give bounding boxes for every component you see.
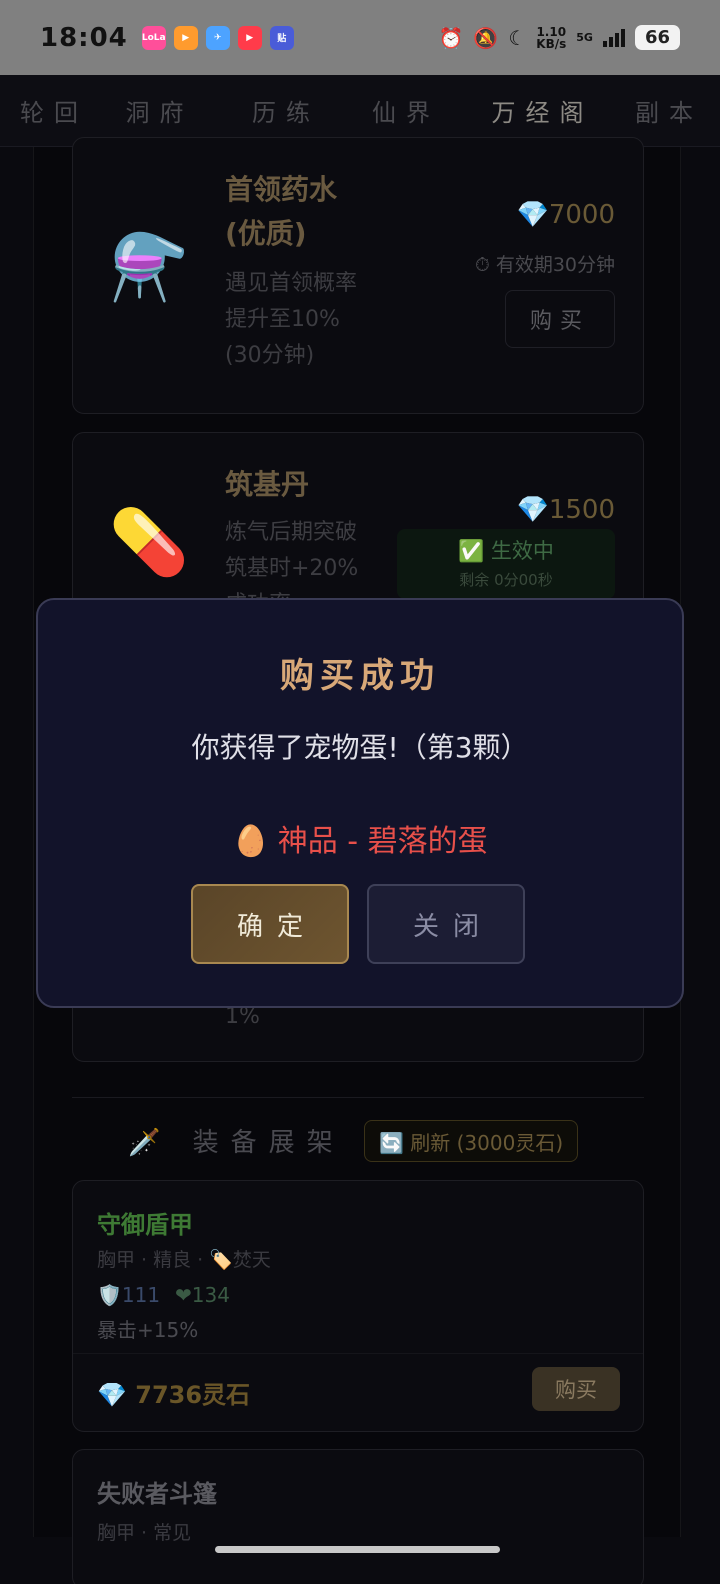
app-screen: 18:04 LoLa ▶ ✈ ▶ 贴 ⏰ 🔕 ☾ 1.10 KB/s 5G 66… <box>0 0 720 1584</box>
tab-dongfu[interactable]: 洞府 <box>88 75 231 147</box>
potion-desc-line3: (30分钟) <box>225 343 315 368</box>
confirm-button[interactable]: 确定 <box>191 884 349 964</box>
equipment-meta: 胸甲 · 常见 <box>97 1522 192 1544</box>
potion-desc: 遇见首领概率 提升至10% (30分钟) <box>225 266 357 374</box>
refresh-equipment-button[interactable]: 🔄 刷新 (3000灵石) <box>364 1120 579 1162</box>
potion-title: 筑基丹 <box>225 468 310 501</box>
close-button[interactable]: 关闭 <box>367 884 525 964</box>
equipment-name: 失败者斗篷 <box>97 1480 217 1508</box>
dialog-reward: 🥚 神品 - 碧落的蛋 <box>38 816 682 860</box>
tab-wanjingge[interactable]: 万经阁 <box>471 75 614 147</box>
effect-status-badge: ✅ 生效中 剩余 0分00秒 <box>397 529 615 599</box>
reward-text: 神品 - 碧落的蛋 <box>277 824 488 859</box>
tab-xianjie[interactable]: 仙界 <box>341 75 471 147</box>
tieba-app-icon: 贴 <box>269 25 294 50</box>
alarm-icon: ⏰ <box>438 25 464 50</box>
potion-price: 💎7000 <box>516 200 615 230</box>
tab-fuben[interactable]: 副本 <box>614 75 720 147</box>
mute-bell-icon: 🔕 <box>473 25 499 50</box>
equipment-section-title: 🗡️ 装备展架 <box>128 1128 345 1158</box>
video-app-icon: ▶ <box>173 25 198 50</box>
equipment-price: 💎 7736灵石 <box>97 1381 251 1409</box>
lola-app-icon: LoLa <box>141 25 166 50</box>
tab-lilian[interactable]: 历练 <box>231 75 341 147</box>
equipment-name: 守御盾甲 <box>97 1211 193 1239</box>
equipment-defense: 🛡️111 <box>97 1283 161 1307</box>
potion-card-boss: ⚗️ 首领药水 (优质) 遇见首领概率 提升至10% (30分钟) 💎7000 … <box>72 137 644 414</box>
egg-icon: 🥚 <box>232 824 270 859</box>
equipment-card: 守御盾甲 胸甲 · 精良 · 🏷️焚天 🛡️111 ❤134 暴击+15% 💎 … <box>72 1180 644 1432</box>
equipment-divider <box>73 1353 643 1354</box>
potion-title-line2: (优质) <box>225 217 307 250</box>
equipment-buy-button[interactable]: 购买 <box>532 1367 620 1411</box>
buy-button[interactable]: 购买 <box>505 290 615 348</box>
battery-level: 66 <box>634 25 680 50</box>
potion-price: 💎1500 <box>516 495 615 525</box>
dialog-message: 你获得了宠物蛋!（第3颗） <box>191 731 529 764</box>
section-divider <box>72 1097 644 1098</box>
purchase-success-dialog: 购买成功 你获得了宠物蛋!（第3颗） 🥚 神品 - 碧落的蛋 确定 关闭 <box>36 598 684 1008</box>
travel-app-icon: ✈ <box>205 25 230 50</box>
status-right: ⏰ 🔕 ☾ 1.10 KB/s 5G 66 <box>439 25 680 50</box>
potion-desc-line1: 遇见首领概率 <box>225 271 358 296</box>
potion-title-line1: 首领药水 <box>225 173 338 206</box>
notification-app-icons: LoLa ▶ ✈ ▶ 贴 <box>141 25 294 50</box>
potion-desc-line1: 炼气后期突破 <box>225 520 358 545</box>
network-type: 5G <box>576 31 593 44</box>
home-indicator[interactable] <box>215 1546 500 1553</box>
equipment-meta: 胸甲 · 精良 · 🏷️焚天 <box>97 1249 271 1271</box>
potion-validity: ⏱ 有效期30分钟 <box>474 254 615 276</box>
tab-lunhui[interactable]: 轮回 <box>0 75 88 147</box>
equipment-bonus: 暴击+15% <box>97 1318 199 1342</box>
equipment-card: 失败者斗篷 胸甲 · 常见 <box>72 1449 644 1584</box>
network-speed: 1.10 KB/s <box>536 26 566 50</box>
play-app-icon: ▶ <box>237 25 262 50</box>
status-bar: 18:04 LoLa ▶ ✈ ▶ 贴 ⏰ 🔕 ☾ 1.10 KB/s 5G 66 <box>0 0 720 75</box>
effect-status-label: ✅ 生效中 <box>458 539 554 563</box>
effect-remaining-time: 剩余 0分00秒 <box>459 571 553 589</box>
potion-desc-line2: 筑基时+20% <box>225 556 359 581</box>
moon-icon: ☾ <box>508 25 527 50</box>
equipment-hp: ❤134 <box>175 1283 230 1307</box>
potion-title: 首领药水 (优质) <box>225 168 337 256</box>
pill-icon: 💊 <box>109 506 189 580</box>
dialog-title: 购买成功 <box>280 656 440 696</box>
potion-desc-line2: 提升至10% <box>225 307 340 332</box>
network-speed-unit: KB/s <box>536 36 567 51</box>
flask-icon: ⚗️ <box>109 231 189 305</box>
signal-bars-icon <box>602 28 625 47</box>
status-time: 18:04 <box>40 22 128 53</box>
